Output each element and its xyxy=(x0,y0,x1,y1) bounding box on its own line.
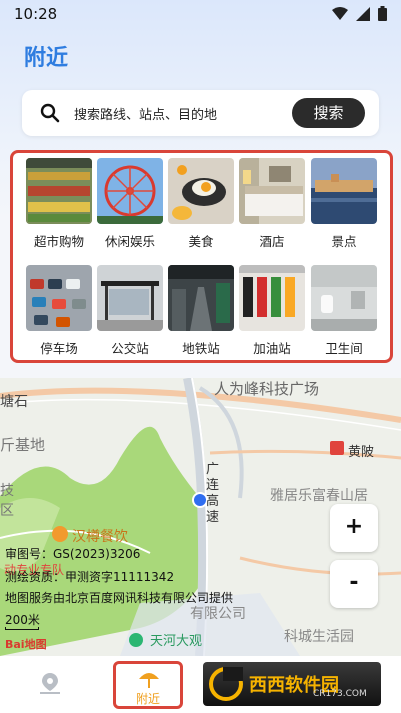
category-label: 加油站 xyxy=(253,341,291,356)
map-label: 斤基地 xyxy=(0,436,46,454)
map-label-road: 人为峰科技广场 xyxy=(214,380,320,398)
category-food[interactable]: 美食 xyxy=(166,158,236,250)
supermarket-icon xyxy=(26,158,92,224)
search-button[interactable]: 搜索 xyxy=(292,98,365,128)
map-view[interactable]: 人为峰科技广场 塘石 斤基地 技 区 黄陂 广连高速 雅居乐富春山居 汉樽餐饮 … xyxy=(0,378,401,656)
map-label: 技 xyxy=(0,483,14,499)
tab-nearby-label: 附近 xyxy=(135,692,160,706)
map-scale-label: 200米 xyxy=(5,613,40,627)
map-label-park: 天河大观 xyxy=(150,634,203,649)
wifi-icon xyxy=(332,6,348,20)
food-icon xyxy=(168,158,234,224)
bus-stop-icon xyxy=(97,265,163,331)
baidu-logo: Bai地图 xyxy=(5,638,47,651)
status-icons xyxy=(332,6,387,21)
category-supermarket[interactable]: 超市购物 xyxy=(24,158,94,250)
zoom-in-button[interactable]: + xyxy=(330,504,378,552)
map-attribution-survey: 测绘资质：甲测资字11111342 xyxy=(5,570,175,584)
gas-station-icon xyxy=(239,265,305,331)
map-label: 塘石 xyxy=(0,394,28,410)
category-grid: 超市购物 休闲娱乐 美食 酒店 景点 停车场 公交站 地铁站 加油站 卫生间 xyxy=(10,150,393,363)
map-attribution-provider: 地图服务由北京百度网讯科技有限公司提供 xyxy=(5,591,234,605)
map-label-hill: 雅居乐富春山居 xyxy=(270,488,368,504)
category-label: 酒店 xyxy=(259,234,285,249)
map-pin-icon[interactable] xyxy=(38,671,62,695)
watermark-logo: 西西软件园 CR173.COM xyxy=(203,662,381,706)
scenic-icon xyxy=(311,158,377,224)
search-bar[interactable]: 搜索路线、站点、目的地 搜索 xyxy=(22,90,379,136)
watermark-sub: CR173.COM xyxy=(313,689,367,699)
battery-icon xyxy=(378,6,387,21)
watermark-icon xyxy=(209,667,243,701)
category-entertainment[interactable]: 休闲娱乐 xyxy=(95,158,165,250)
category-label: 超市购物 xyxy=(33,234,84,249)
parking-icon xyxy=(26,265,92,331)
map-label-company: 有限公司 xyxy=(190,606,246,622)
map-label-huangpi: 黄陂 xyxy=(348,445,375,460)
map-label-highway: 广连高速 xyxy=(206,462,220,525)
category-label: 景点 xyxy=(331,234,357,249)
status-time: 10:28 xyxy=(14,5,58,23)
tab-nearby[interactable]: 附近 xyxy=(113,661,183,709)
restroom-icon xyxy=(311,265,377,331)
map-attribution-no: 审图号：GS(2023)3206 xyxy=(5,547,141,561)
category-hotel[interactable]: 酒店 xyxy=(237,158,307,250)
ferris-wheel-icon xyxy=(97,158,163,224)
hotel-icon xyxy=(239,158,305,224)
category-gas-station[interactable]: 加油站 xyxy=(237,265,307,357)
search-input[interactable]: 搜索路线、站点、目的地 xyxy=(74,104,217,123)
signal-icon xyxy=(356,6,370,21)
search-icon xyxy=(40,103,60,123)
category-parking[interactable]: 停车场 xyxy=(24,265,94,357)
category-scenic[interactable]: 景点 xyxy=(309,158,379,250)
category-label: 停车场 xyxy=(40,341,78,356)
status-bar: 10:28 xyxy=(0,0,401,28)
map-label-restaurant: 汉樽餐饮 xyxy=(72,529,128,545)
category-label: 休闲娱乐 xyxy=(104,234,155,249)
category-label: 美食 xyxy=(188,234,214,249)
tab-bar: 附近 西西软件园 CR173.COM xyxy=(0,656,401,713)
subway-icon xyxy=(168,265,234,331)
category-bus-stop[interactable]: 公交站 xyxy=(95,265,165,357)
category-label: 公交站 xyxy=(111,341,149,356)
umbrella-icon xyxy=(139,673,159,688)
category-label: 卫生间 xyxy=(325,341,363,356)
zoom-out-button[interactable]: - xyxy=(330,560,378,608)
category-label: 地铁站 xyxy=(182,341,220,356)
map-label: 区 xyxy=(0,503,14,519)
map-label-community: 科城生活园 xyxy=(284,629,354,645)
page-title: 附近 xyxy=(24,46,69,71)
map-scale-bar xyxy=(5,627,39,630)
category-restroom[interactable]: 卫生间 xyxy=(309,265,379,357)
category-subway[interactable]: 地铁站 xyxy=(166,265,236,357)
